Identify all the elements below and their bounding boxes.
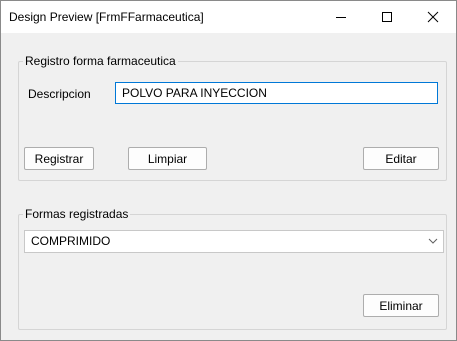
descripcion-label: Descripcion bbox=[28, 87, 91, 101]
formas-select-value: COMPRIMIDO bbox=[31, 234, 111, 248]
app-window: Design Preview [FrmFFarmaceutica] Regist… bbox=[0, 0, 457, 341]
descripcion-input[interactable] bbox=[115, 82, 438, 104]
formas-group-legend: Formas registradas bbox=[23, 207, 131, 221]
title-bar[interactable]: Design Preview [FrmFFarmaceutica] bbox=[1, 1, 456, 33]
close-button[interactable] bbox=[410, 1, 456, 33]
registrar-button[interactable]: Registrar bbox=[24, 147, 94, 170]
chevron-down-icon bbox=[428, 238, 438, 244]
maximize-icon bbox=[382, 12, 392, 22]
limpiar-button[interactable]: Limpiar bbox=[128, 147, 207, 170]
eliminar-button[interactable]: Eliminar bbox=[363, 294, 439, 317]
formas-select[interactable]: COMPRIMIDO bbox=[24, 230, 444, 253]
close-icon bbox=[427, 11, 439, 23]
window-title: Design Preview [FrmFFarmaceutica] bbox=[9, 10, 204, 24]
editar-button[interactable]: Editar bbox=[363, 147, 439, 170]
maximize-button[interactable] bbox=[364, 1, 410, 33]
minimize-icon bbox=[336, 17, 346, 18]
registro-group-legend: Registro forma farmaceutica bbox=[23, 54, 178, 68]
minimize-button[interactable] bbox=[318, 1, 364, 33]
